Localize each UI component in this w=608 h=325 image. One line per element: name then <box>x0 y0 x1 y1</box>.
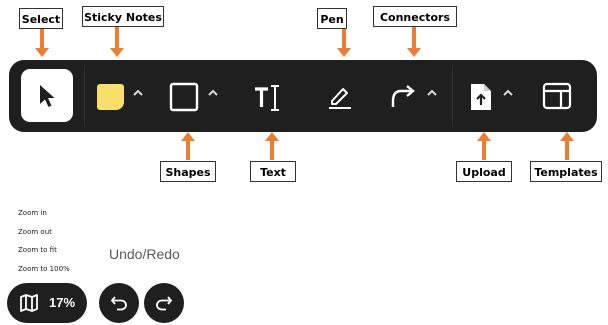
main-toolbar <box>9 60 597 132</box>
map-icon <box>20 294 38 312</box>
zoom-in-item[interactable]: Zoom in <box>18 209 47 217</box>
upload-chevron-up-icon[interactable] <box>502 88 514 98</box>
pen-arrow <box>337 29 351 57</box>
upload-callout: Upload <box>456 161 512 182</box>
undo-button[interactable] <box>99 283 139 323</box>
upload-file-icon[interactable] <box>468 82 494 112</box>
cursor-arrow-icon <box>40 84 55 107</box>
undo-icon <box>110 296 127 311</box>
toolbar-divider <box>84 66 85 126</box>
toolbar-divider <box>452 66 453 126</box>
templates-layout-icon[interactable] <box>542 82 572 110</box>
sticky-note-tool-button[interactable] <box>97 84 124 110</box>
select-tool-button[interactable] <box>21 69 73 122</box>
text-callout: Text <box>250 161 296 182</box>
templates-arrow <box>560 132 574 160</box>
select-arrow <box>35 29 49 57</box>
shapes-arrow <box>181 132 195 160</box>
pen-icon[interactable] <box>325 81 355 111</box>
sticky-notes-arrow <box>110 27 124 57</box>
sticky-note-chevron-up-icon[interactable] <box>132 88 144 98</box>
undo-redo-label: Undo/Redo <box>109 246 180 262</box>
shapes-chevron-up-icon[interactable] <box>207 88 219 98</box>
templates-callout: Templates <box>530 161 602 182</box>
zoom-to-fit-item[interactable]: Zoom to fit <box>18 246 57 254</box>
pen-callout: Pen <box>317 8 347 29</box>
connector-icon[interactable] <box>389 81 419 111</box>
text-cursor-icon[interactable] <box>253 83 283 113</box>
connectors-callout: Connectors <box>373 6 457 27</box>
text-arrow <box>265 132 279 160</box>
zoom-out-item[interactable]: Zoom out <box>18 228 52 236</box>
zoom-control[interactable]: 17% <box>7 283 87 323</box>
connectors-arrow <box>407 27 421 57</box>
zoom-to-100-item[interactable]: Zoom to 100% <box>18 265 70 273</box>
redo-button[interactable] <box>144 283 184 323</box>
upload-arrow <box>477 132 491 160</box>
sticky-notes-callout: Sticky Notes <box>82 6 164 27</box>
shapes-callout: Shapes <box>160 161 216 182</box>
zoom-percentage: 17% <box>49 295 76 310</box>
redo-icon <box>156 296 173 311</box>
connectors-chevron-up-icon[interactable] <box>426 88 438 98</box>
select-callout: Select <box>19 8 63 29</box>
square-icon[interactable] <box>169 82 199 112</box>
